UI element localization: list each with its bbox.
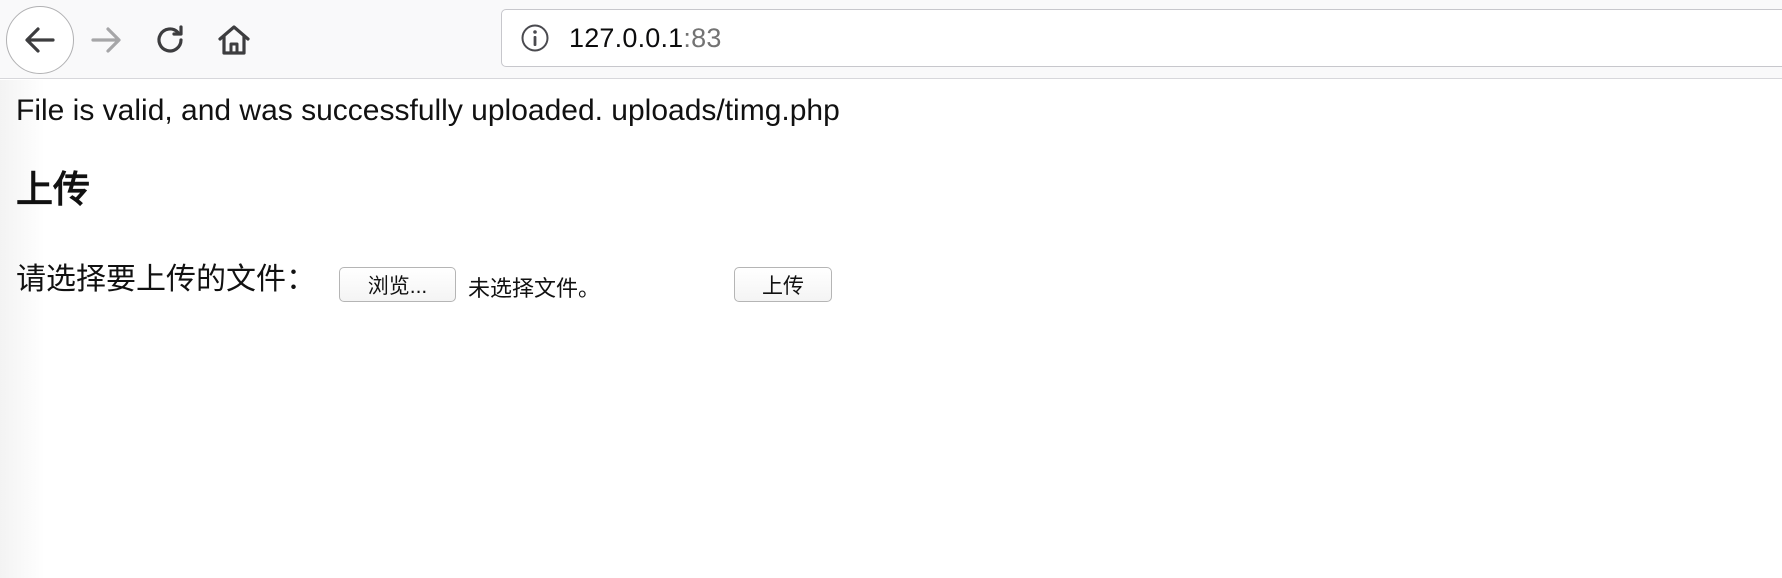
page-heading: 上传 — [16, 169, 90, 210]
url-port: :83 — [683, 22, 722, 53]
browser-toolbar: 127.0.0.1:83 — [0, 0, 1782, 79]
upload-status-message: File is valid, and was successfully uplo… — [16, 94, 840, 127]
browse-button[interactable]: 浏览... — [339, 267, 456, 302]
file-select-label: 请选择要上传的文件： — [16, 263, 316, 296]
arrow-left-icon — [25, 27, 55, 53]
file-status-text: 未选择文件。 — [468, 276, 601, 301]
upload-submit-button[interactable]: 上传 — [734, 267, 832, 302]
arrow-right-icon — [91, 27, 121, 53]
forward-button[interactable] — [82, 16, 130, 64]
home-button[interactable] — [210, 16, 258, 64]
reload-icon — [157, 25, 183, 53]
home-icon — [218, 25, 250, 55]
upload-form: 请选择要上传的文件： 浏览... 未选择文件。 上传 — [16, 262, 1016, 302]
url-host: 127.0.0.1 — [569, 22, 684, 53]
page-content: File is valid, and was successfully uplo… — [0, 80, 1782, 578]
reload-button[interactable] — [146, 16, 194, 64]
address-bar[interactable]: 127.0.0.1:83 — [501, 9, 1782, 67]
url-text: 127.0.0.1:83 — [569, 23, 722, 54]
back-button[interactable] — [6, 6, 74, 74]
info-icon[interactable] — [519, 22, 551, 54]
